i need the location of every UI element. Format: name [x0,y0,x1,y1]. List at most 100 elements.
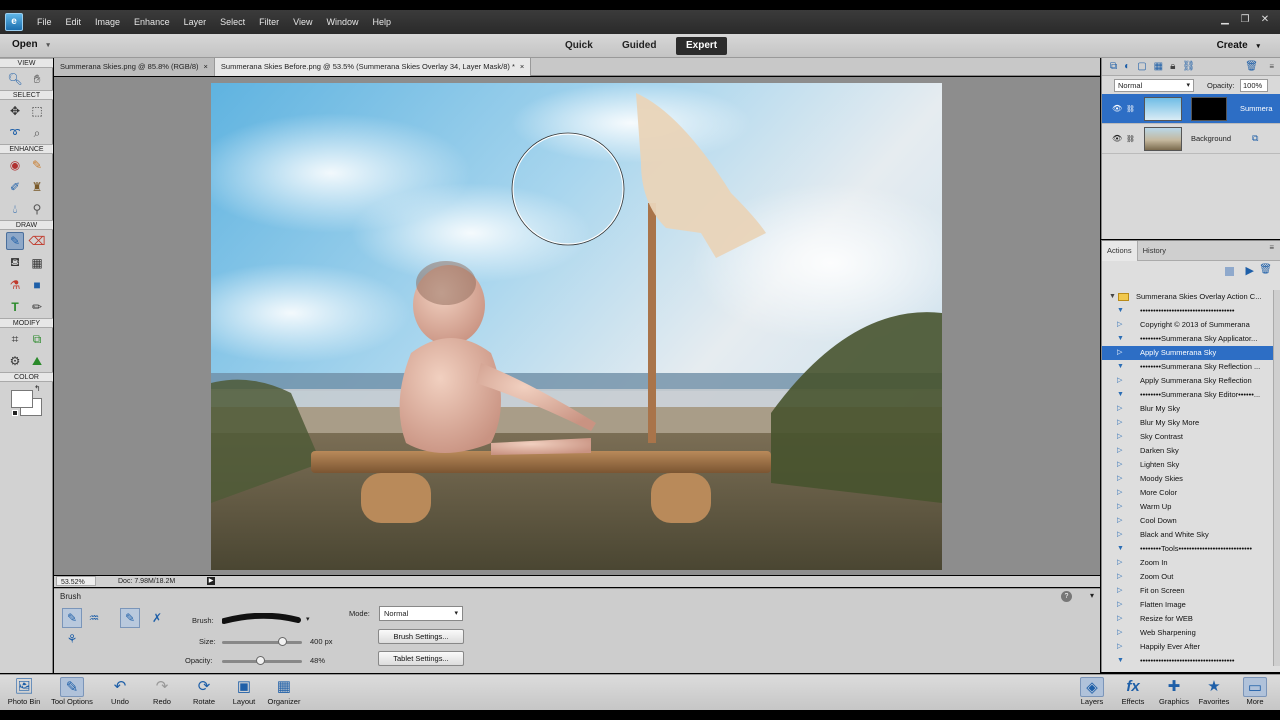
chevron-down-icon[interactable]: ▾ [306,615,310,623]
close-icon[interactable]: × [204,62,208,71]
panel-menu-icon[interactable]: ≡ [1269,243,1274,252]
smart-brush-icon[interactable]: ✐ [6,178,24,196]
quick-select-tool-icon[interactable]: ⌕ [28,124,46,142]
menu-view[interactable]: View [293,17,312,27]
airbrush-off-icon[interactable]: ✎ [120,608,140,628]
panel-menu-icon[interactable]: ≡ [1269,62,1274,71]
action-row[interactable]: ▷ Happily Ever After [1102,640,1273,654]
brush-tool-icon[interactable]: ✎ [6,232,24,250]
menu-select[interactable]: Select [220,17,245,27]
action-row[interactable]: ▷ Cool Down [1102,514,1273,528]
action-row[interactable]: ▼ ••••••••Summerana Sky Reflection ... [1102,360,1273,374]
redo-button[interactable]: ↷ Redo [138,677,186,706]
trash-icon[interactable]: 🗑︎ [1259,264,1272,275]
menu-filter[interactable]: Filter [259,17,279,27]
expand-down-icon[interactable]: ▼ [1117,304,1124,318]
layer-row-background[interactable]: 👁︎ ⛓︎ Background ⧉ [1102,124,1280,154]
expand-right-icon[interactable]: ▷ [1117,570,1122,584]
minimize-icon[interactable]: ▁ [1218,14,1232,25]
action-row[interactable]: ▷ More Color [1102,486,1273,500]
tab-quick[interactable]: Quick [555,37,603,55]
brush-mode-icon[interactable]: ✎ [62,608,82,628]
expand-down-icon[interactable]: ▼ [1117,332,1124,346]
close-icon[interactable]: ✕ [1258,14,1272,25]
close-icon[interactable]: × [520,62,524,71]
action-row[interactable]: ▷ Black and White Sky [1102,528,1273,542]
layer-mask-thumbnail[interactable] [1191,97,1227,121]
move-tool-icon[interactable]: ✥ [6,102,24,120]
action-row[interactable]: ▼ ••••••••Summerana Sky Editor••••••... [1102,388,1273,402]
expand-down-icon[interactable]: ▼ [1117,360,1124,374]
tablet-settings-button[interactable]: Tablet Settings... [378,651,464,666]
default-colors-icon[interactable] [12,410,18,416]
visibility-eye-icon[interactable]: 👁︎ [1112,134,1122,143]
play-icon[interactable]: ▶ [1246,264,1254,277]
photo-bin-button[interactable]: 🖼︎ Photo Bin [0,677,48,706]
menu-layer[interactable]: Layer [184,17,207,27]
expand-right-icon[interactable]: ▷ [1117,528,1122,542]
menu-file[interactable]: File [37,17,52,27]
tab-guided[interactable]: Guided [612,37,666,55]
doc-tab-active[interactable]: Summerana Skies Before.png @ 53.5% (Summ… [214,58,532,76]
expand-right-icon[interactable]: ▷ [1117,416,1122,430]
actions-scrollbar[interactable] [1273,290,1280,666]
zoom-tool-icon[interactable]: 🔍︎ [6,70,24,88]
create-button[interactable]: Create ▾ [1217,40,1260,51]
layer-mask-icon[interactable]: ▢ [1137,61,1146,72]
recompose-tool-icon[interactable]: ⧉ [28,330,46,348]
pencil-tool-icon[interactable]: ✏︎ [28,298,46,316]
action-row[interactable]: ▷ Blur My Sky [1102,402,1273,416]
expand-down-icon[interactable]: ▼ [1117,654,1124,666]
tab-actions[interactable]: Actions [1102,241,1138,261]
gradient-tool-icon[interactable]: ▦ [28,254,46,272]
zoom-field[interactable]: 53.52% [56,576,96,586]
action-row[interactable]: ▷ Copyright © 2013 of Summerana [1102,318,1273,332]
lasso-tool-icon[interactable]: ➰︎ [6,124,24,142]
undo-button[interactable]: ↶ Undo [96,677,144,706]
menu-enhance[interactable]: Enhance [134,17,170,27]
layer-opacity-field[interactable]: 100% [1240,79,1268,92]
action-row[interactable]: ▷ Resize for WEB [1102,612,1273,626]
straighten-tool-icon[interactable]: ⛰︎ [28,352,46,370]
sponge-tool-icon[interactable]: ⚲ [28,200,46,218]
tool-options-button[interactable]: ✎ Tool Options [48,677,96,706]
status-menu-icon[interactable]: ▶ [207,577,215,585]
expand-down-icon[interactable]: ▼ [1117,542,1124,556]
brush-preview[interactable] [222,613,302,627]
red-eye-tool-icon[interactable]: ◉ [6,156,24,174]
action-row[interactable]: ▷ Warm Up [1102,500,1273,514]
expand-right-icon[interactable]: ▷ [1117,500,1122,514]
adjustment-layer-icon[interactable]: ◐ [1124,61,1130,72]
expand-right-icon[interactable]: ▷ [1117,514,1122,528]
action-row[interactable]: ▷ Zoom In [1102,556,1273,570]
menu-window[interactable]: Window [326,17,358,27]
brush-settings-button[interactable]: Brush Settings... [378,629,464,644]
healing-brush-icon[interactable]: ✎ [28,156,46,174]
tab-expert[interactable]: Expert [676,37,728,55]
clone-stamp-icon[interactable]: ♜ [28,178,46,196]
expand-right-icon[interactable]: ▷ [1117,374,1122,388]
impressionist-brush-icon[interactable]: ♒︎ [84,608,104,628]
airbrush-icon[interactable]: ✗ [147,608,167,628]
expand-right-icon[interactable]: ▷ [1117,556,1122,570]
organizer-button[interactable]: ▦ Organizer [260,677,308,706]
shape-tool-icon[interactable]: ■ [28,276,46,294]
visibility-eye-icon[interactable]: 👁︎ [1112,104,1122,113]
type-tool-icon[interactable]: T [6,298,24,316]
paint-bucket-icon[interactable]: ⛾ [6,254,24,272]
action-row[interactable]: ▼ •••••••••••••••••••••••••••••••••••• [1102,654,1273,666]
lock-transparency-icon[interactable]: ▦ [1154,61,1163,72]
expand-right-icon[interactable]: ▷ [1117,486,1122,500]
action-row[interactable]: ▷ Sky Contrast [1102,430,1273,444]
content-aware-move-icon[interactable]: ⚙︎ [6,352,24,370]
trash-icon[interactable]: 🗑︎ [1245,61,1258,72]
action-row[interactable]: ▼ •••••••••••••••••••••••••••••••••••• [1102,304,1273,318]
layer-row-overlay[interactable]: 👁︎ ⛓︎ Summera [1102,94,1280,124]
mode-select[interactable]: Normal ▾ [379,606,463,621]
photo-canvas[interactable] [211,83,942,570]
blend-mode-select[interactable]: Normal ▾ [1114,79,1194,92]
expand-right-icon[interactable]: ▷ [1117,430,1122,444]
expand-right-icon[interactable]: ▷ [1117,402,1122,416]
open-button[interactable]: Open ▾ [12,39,50,50]
stop-icon[interactable] [1225,267,1234,276]
